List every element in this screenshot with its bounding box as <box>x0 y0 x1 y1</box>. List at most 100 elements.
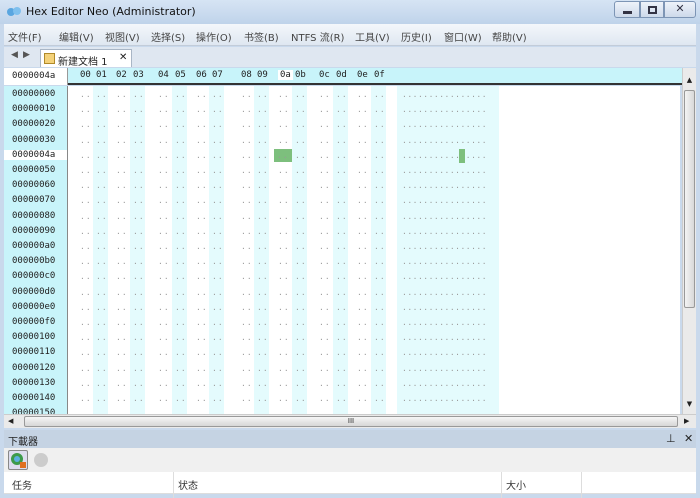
hex-byte[interactable]: .. <box>196 288 208 297</box>
minimize-button[interactable] <box>614 1 640 18</box>
hex-byte[interactable]: .. <box>257 379 269 388</box>
hex-byte[interactable]: .. <box>295 90 307 99</box>
hex-byte[interactable]: .. <box>133 166 145 175</box>
text-row[interactable]: ................ <box>402 394 487 403</box>
hex-byte[interactable]: .. <box>158 364 170 373</box>
hex-byte[interactable]: .. <box>357 257 369 266</box>
hex-byte[interactable]: .. <box>96 151 108 160</box>
hex-byte[interactable]: .. <box>295 272 307 281</box>
hex-byte[interactable]: .. <box>133 257 145 266</box>
hex-byte[interactable]: .. <box>241 303 253 312</box>
hex-byte[interactable]: .. <box>96 394 108 403</box>
hex-byte[interactable]: .. <box>278 212 290 221</box>
hex-byte[interactable]: .. <box>319 166 331 175</box>
hex-byte[interactable]: .. <box>278 90 290 99</box>
hex-byte[interactable]: .. <box>175 136 187 145</box>
hex-byte[interactable]: .. <box>278 364 290 373</box>
panel-close-icon[interactable]: ✕ <box>684 432 693 445</box>
column-task[interactable]: 任务 <box>12 477 32 492</box>
text-row[interactable]: ................ <box>402 272 487 281</box>
hex-byte[interactable]: .. <box>158 120 170 129</box>
hex-byte[interactable]: .. <box>212 318 224 327</box>
hex-byte[interactable]: .. <box>278 136 290 145</box>
hex-byte[interactable]: .. <box>336 288 348 297</box>
hex-byte[interactable]: .. <box>257 227 269 236</box>
selected-hex-byte[interactable]: .. <box>274 148 292 162</box>
hex-byte[interactable]: .. <box>336 318 348 327</box>
hex-byte[interactable]: .. <box>133 303 145 312</box>
hex-byte[interactable]: .. <box>212 379 224 388</box>
hex-byte[interactable]: .. <box>257 318 269 327</box>
menu-item[interactable]: 窗口(W) <box>444 29 482 44</box>
tab-document-1[interactable]: 新建文档 1 ✕ <box>40 49 132 68</box>
hex-byte[interactable]: .. <box>212 303 224 312</box>
hex-byte[interactable]: .. <box>257 181 269 190</box>
hex-byte[interactable]: .. <box>336 379 348 388</box>
hex-byte[interactable]: .. <box>241 151 253 160</box>
hex-byte[interactable]: .. <box>319 288 331 297</box>
hex-byte[interactable]: .. <box>196 303 208 312</box>
hex-byte[interactable]: .. <box>374 303 386 312</box>
menu-item[interactable]: 编辑(V) <box>59 29 94 44</box>
menu-item[interactable]: NTFS 流(R) <box>291 29 344 44</box>
text-row[interactable]: ................ <box>402 120 487 129</box>
hex-byte[interactable]: .. <box>96 105 108 114</box>
hex-byte[interactable]: .. <box>96 212 108 221</box>
hex-byte[interactable]: .. <box>357 166 369 175</box>
hex-byte[interactable]: .. <box>374 105 386 114</box>
hex-byte[interactable]: .. <box>158 303 170 312</box>
remove-download-button[interactable] <box>32 451 50 469</box>
hex-byte[interactable]: .. <box>116 105 128 114</box>
hex-byte[interactable]: .. <box>357 105 369 114</box>
hex-byte[interactable]: .. <box>295 136 307 145</box>
hex-byte[interactable]: .. <box>212 90 224 99</box>
hex-byte[interactable]: .. <box>319 379 331 388</box>
hex-byte[interactable]: .. <box>96 288 108 297</box>
hex-byte[interactable]: .. <box>133 288 145 297</box>
vertical-scrollbar[interactable]: ▲ ▼ <box>682 68 696 414</box>
hex-byte[interactable]: .. <box>175 151 187 160</box>
hex-byte[interactable]: .. <box>96 318 108 327</box>
hex-byte[interactable]: .. <box>319 257 331 266</box>
hex-byte[interactable]: .. <box>196 379 208 388</box>
hex-byte[interactable]: .. <box>212 333 224 342</box>
hex-byte[interactable]: .. <box>133 105 145 114</box>
hex-byte[interactable]: .. <box>295 227 307 236</box>
hex-byte[interactable]: .. <box>257 303 269 312</box>
hex-byte[interactable]: .. <box>116 151 128 160</box>
hex-byte[interactable]: .. <box>241 105 253 114</box>
hex-byte[interactable]: .. <box>374 333 386 342</box>
hex-byte[interactable]: .. <box>116 90 128 99</box>
hex-byte[interactable]: .. <box>133 348 145 357</box>
column-status[interactable]: 状态 <box>178 477 198 492</box>
hex-byte[interactable]: .. <box>133 181 145 190</box>
hex-byte[interactable]: .. <box>158 318 170 327</box>
hex-byte[interactable]: .. <box>257 105 269 114</box>
hex-byte[interactable]: .. <box>133 364 145 373</box>
hex-byte[interactable]: .. <box>116 303 128 312</box>
hex-byte[interactable]: .. <box>319 105 331 114</box>
hex-byte[interactable]: .. <box>257 196 269 205</box>
hex-byte[interactable]: .. <box>357 181 369 190</box>
hex-byte[interactable]: .. <box>374 136 386 145</box>
hex-byte[interactable]: .. <box>357 318 369 327</box>
hex-byte[interactable]: .. <box>241 288 253 297</box>
hex-byte[interactable]: .. <box>116 379 128 388</box>
horizontal-scroll-thumb[interactable]: III <box>24 416 678 427</box>
hex-byte[interactable]: .. <box>278 318 290 327</box>
hex-byte[interactable]: .. <box>319 333 331 342</box>
menu-item[interactable]: 历史(I) <box>401 29 432 44</box>
hex-byte[interactable]: .. <box>116 136 128 145</box>
hex-byte[interactable]: .. <box>158 379 170 388</box>
text-row[interactable]: ................ <box>402 348 487 357</box>
close-button[interactable]: ✕ <box>664 1 696 18</box>
hex-byte[interactable]: .. <box>96 303 108 312</box>
hex-byte[interactable]: .. <box>196 105 208 114</box>
menu-item[interactable]: 帮助(V) <box>492 29 527 44</box>
hex-byte[interactable]: .. <box>278 288 290 297</box>
hex-byte[interactable]: .. <box>241 181 253 190</box>
hex-byte[interactable]: .. <box>116 333 128 342</box>
hex-byte[interactable]: .. <box>212 151 224 160</box>
hex-byte[interactable]: .. <box>319 348 331 357</box>
hex-byte[interactable]: .. <box>295 242 307 251</box>
